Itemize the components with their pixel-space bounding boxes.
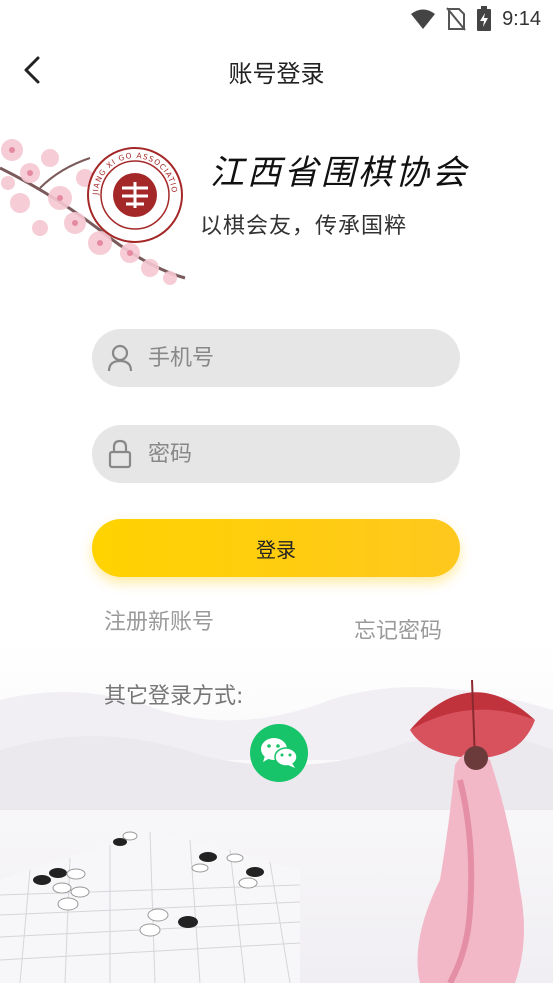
- other-login-label: 其它登录方式:: [104, 684, 244, 709]
- register-link[interactable]: 注册新账号: [104, 604, 214, 636]
- lock-icon: [106, 439, 134, 469]
- wifi-icon: [411, 9, 436, 29]
- phone-input[interactable]: [148, 345, 428, 371]
- page-title: 账号登录: [228, 60, 325, 88]
- user-icon: [106, 343, 134, 373]
- org-title: 江西省围棋协会: [210, 153, 469, 193]
- ink-landscape-background: [0, 640, 553, 983]
- password-input[interactable]: [148, 441, 428, 467]
- status-time: 9:14: [502, 7, 541, 30]
- nav-bar: 账号登录: [0, 40, 553, 100]
- phone-field: [92, 329, 460, 387]
- association-logo: JIANG XI GO ASSOCIATION: [86, 146, 183, 243]
- password-field: [92, 425, 460, 483]
- wechat-login-button[interactable]: [250, 724, 308, 782]
- no-sim-icon: [446, 7, 466, 31]
- battery-charging-icon: [477, 6, 492, 31]
- login-button[interactable]: 登录: [92, 519, 460, 577]
- status-icons: 9:14: [410, 6, 541, 32]
- status-bar: 9:14: [0, 0, 553, 36]
- org-slogan: 以棋会友，传承国粹: [200, 214, 408, 239]
- wechat-icon: [261, 738, 298, 768]
